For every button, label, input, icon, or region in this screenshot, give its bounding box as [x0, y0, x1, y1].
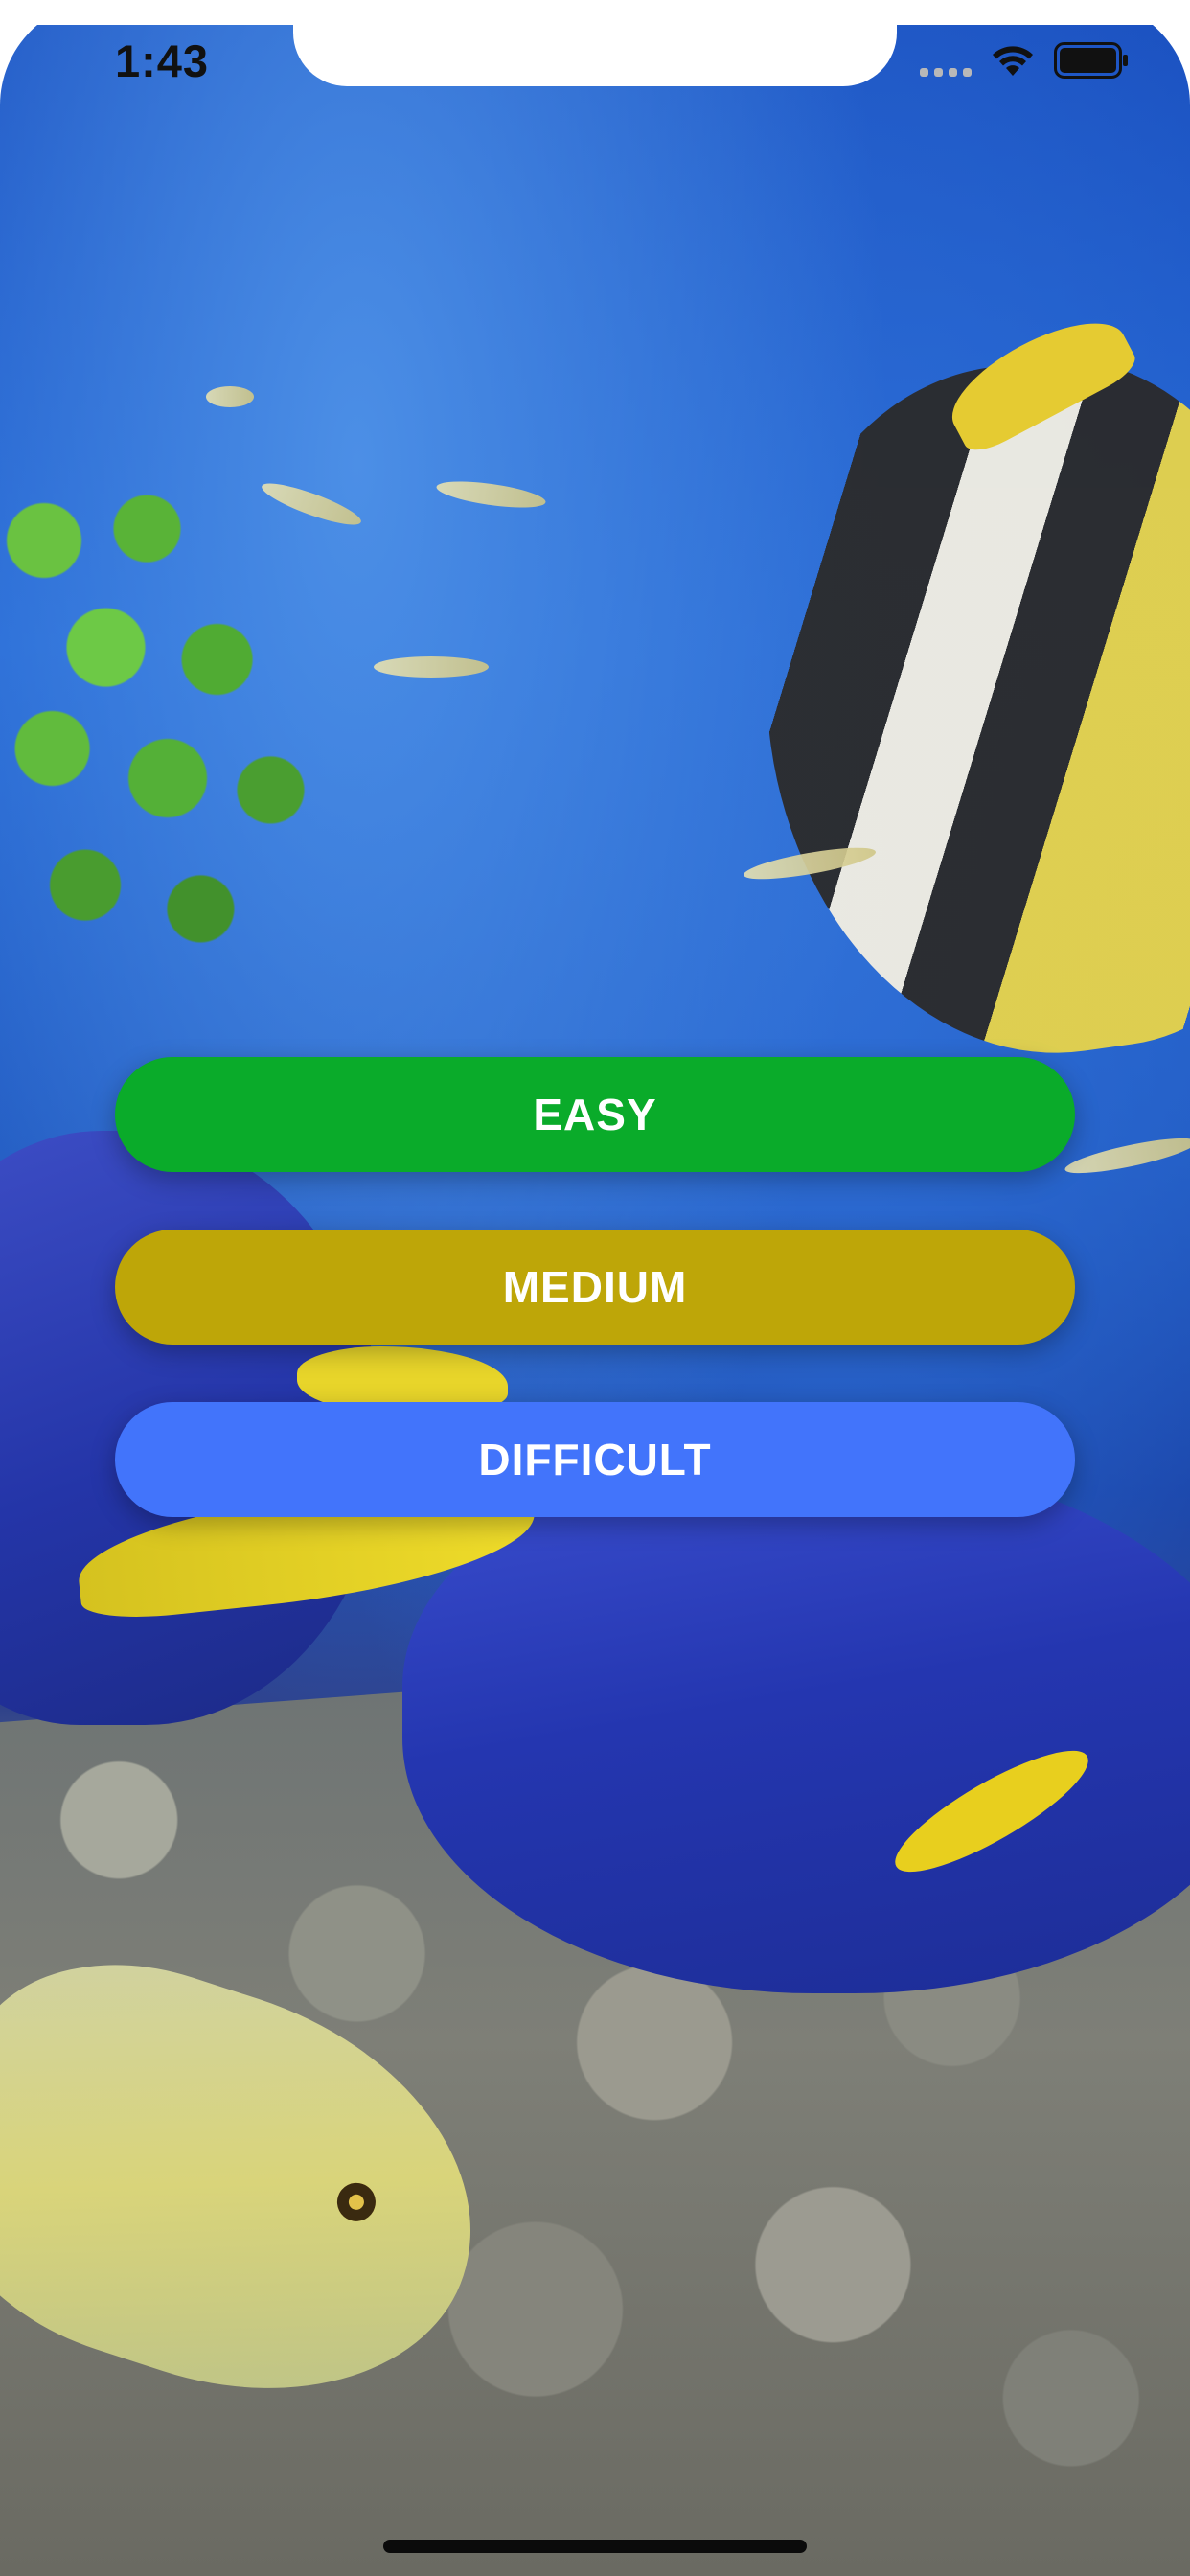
app-screen: 1:43 EASY MEDIUM DIFFICULT	[0, 0, 1190, 2576]
notch	[293, 0, 897, 86]
cellular-signal-icon	[920, 44, 972, 77]
status-bar: 1:43	[0, 0, 1190, 126]
easy-button[interactable]: EASY	[115, 1057, 1075, 1172]
home-indicator[interactable]	[383, 2540, 807, 2553]
medium-button[interactable]: MEDIUM	[115, 1230, 1075, 1345]
small-fish	[1063, 1131, 1190, 1181]
status-icons	[920, 42, 1129, 79]
bannerfish	[722, 330, 1190, 1089]
status-time: 1:43	[115, 35, 210, 86]
small-fish	[374, 656, 489, 678]
small-fish	[435, 476, 547, 513]
difficulty-menu: EASY MEDIUM DIFFICULT	[115, 1057, 1075, 1575]
small-fish	[206, 386, 254, 407]
difficult-button[interactable]: DIFFICULT	[115, 1402, 1075, 1517]
wifi-icon	[989, 43, 1037, 78]
battery-icon	[1054, 42, 1129, 79]
